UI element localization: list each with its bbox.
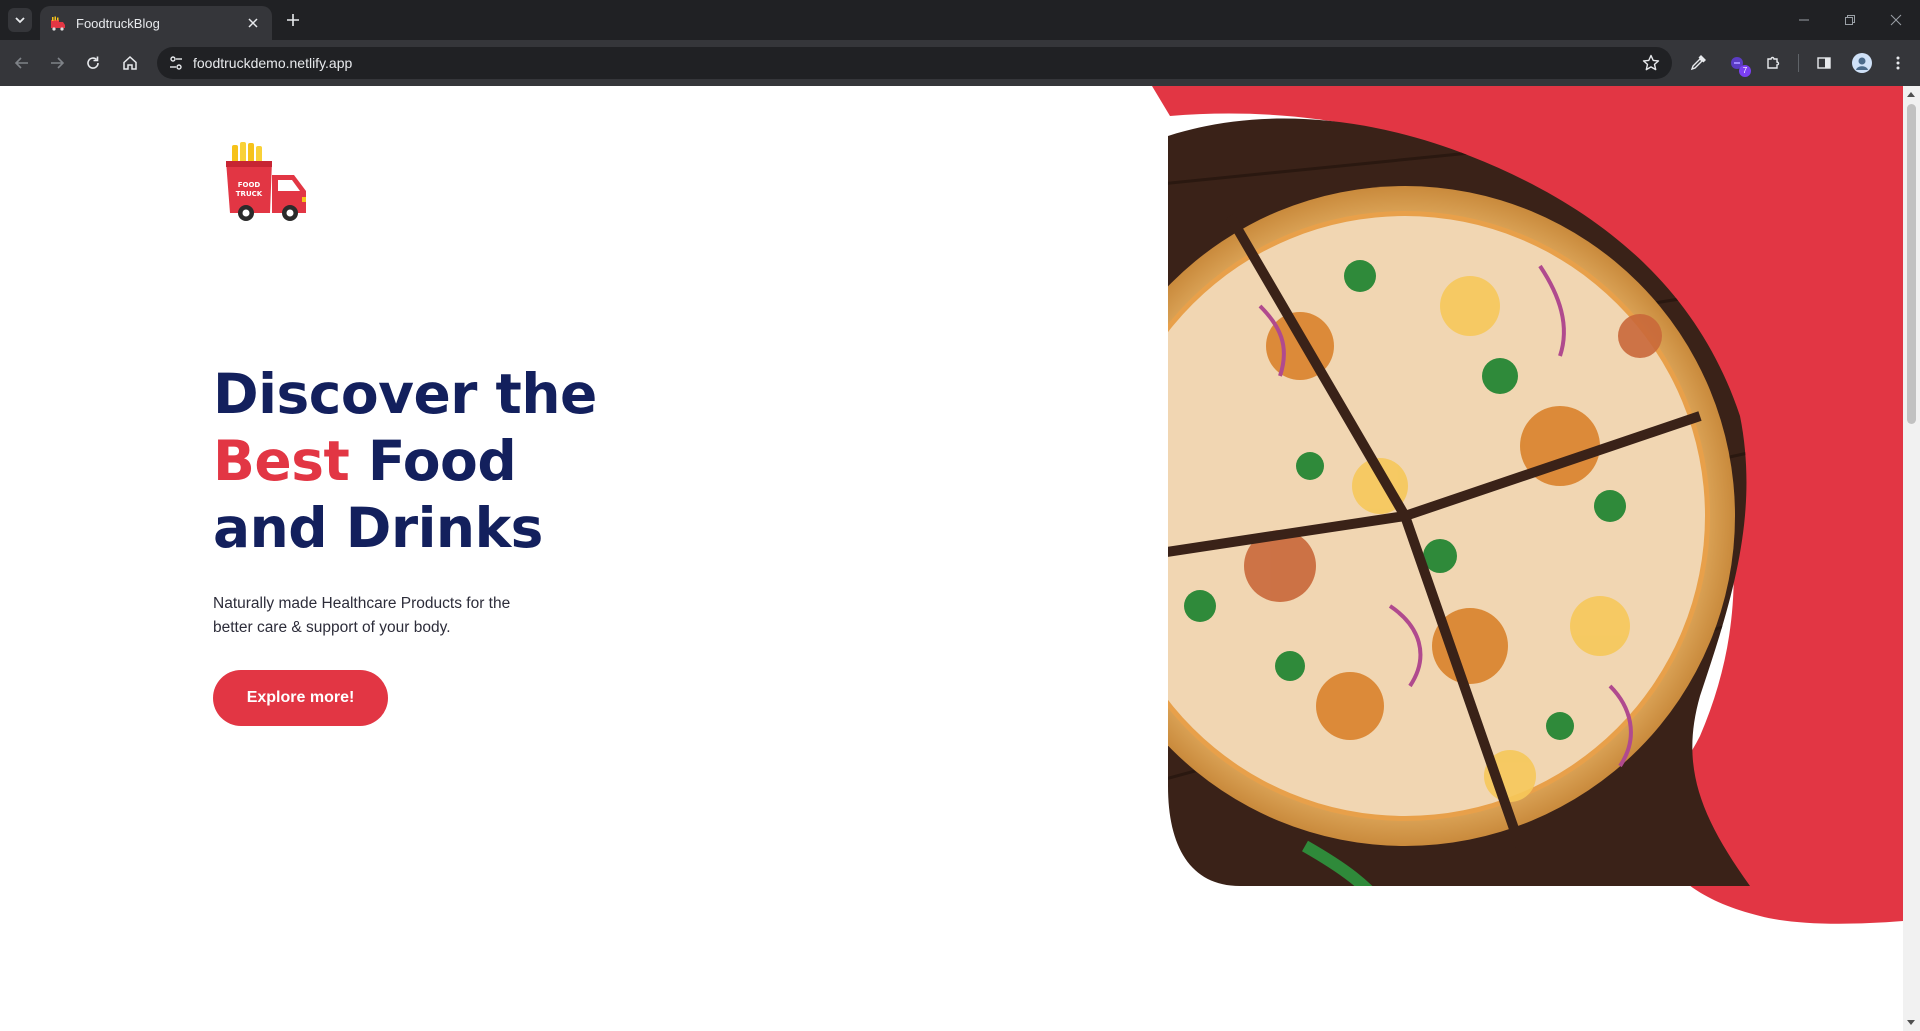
food-truck-icon	[51, 16, 65, 31]
minimize-button[interactable]	[1790, 8, 1818, 32]
hero-title-accent: Best	[213, 429, 350, 493]
toolbar-separator	[1798, 54, 1799, 72]
food-truck-logo[interactable]: FOOD TRUCK	[220, 141, 312, 221]
close-icon	[1890, 14, 1902, 26]
eyedropper-icon	[1690, 55, 1706, 71]
puzzle-icon	[1767, 56, 1780, 69]
hero-title-line2: Food	[349, 429, 517, 493]
star-icon[interactable]	[1642, 54, 1660, 72]
extensions-menu-button[interactable]	[1761, 51, 1785, 75]
kebab-menu-icon	[1896, 56, 1900, 70]
reload-icon	[87, 56, 99, 69]
avatar-icon	[1852, 53, 1872, 73]
tab-title: FoodtruckBlog	[76, 15, 160, 31]
arrow-left-icon	[14, 57, 28, 69]
plus-icon	[287, 14, 299, 26]
extension-button[interactable]: 7	[1725, 51, 1751, 77]
arrow-right-icon	[51, 57, 65, 69]
hero-subtitle: Naturally made Healthcare Products for t…	[213, 595, 511, 636]
page-viewport: FOOD TRUCK Discover the Best Food and Dr…	[0, 86, 1920, 1031]
restore-icon	[1845, 15, 1855, 25]
side-panel-button[interactable]	[1812, 51, 1836, 75]
logo-text-truck: TRUCK	[236, 190, 263, 198]
chevron-down-icon	[15, 17, 25, 24]
address-bar[interactable]: foodtruckdemo.netlify.app	[157, 47, 1672, 79]
restore-button[interactable]	[1836, 8, 1864, 32]
extension-badge: 7	[1739, 65, 1751, 77]
side-panel-icon	[1817, 57, 1831, 69]
eyedropper-button[interactable]	[1686, 51, 1710, 75]
tab-close-button[interactable]	[244, 14, 262, 32]
hero-title-line1: Discover the	[213, 362, 597, 426]
close-window-button[interactable]	[1882, 8, 1910, 32]
home-icon	[123, 55, 137, 70]
hero-pizza-image	[1152, 86, 1903, 924]
browser-tab-strip: FoodtruckBlog	[0, 0, 1920, 40]
scroll-down-arrow[interactable]	[1907, 1020, 1915, 1025]
hero-title-line3: and Drinks	[213, 496, 543, 560]
logo-text-food: FOOD	[238, 181, 261, 189]
profile-button[interactable]	[1850, 51, 1874, 75]
scroll-thumb[interactable]	[1907, 104, 1916, 424]
tune-icon[interactable]	[167, 54, 185, 72]
scroll-up-arrow[interactable]	[1907, 92, 1915, 97]
hero-title: Discover the Best Food and Drinks	[213, 361, 613, 562]
explore-more-button[interactable]: Explore more!	[213, 670, 388, 726]
reload-button[interactable]	[81, 51, 105, 75]
new-tab-button[interactable]	[282, 9, 304, 31]
page-scrollbar[interactable]	[1903, 86, 1920, 1031]
tab-search-button[interactable]	[8, 8, 32, 32]
home-button[interactable]	[118, 51, 142, 75]
active-tab[interactable]: FoodtruckBlog	[40, 6, 272, 40]
chrome-menu-button[interactable]	[1886, 51, 1910, 75]
forward-button[interactable]	[45, 51, 69, 75]
minimize-icon	[1799, 19, 1809, 21]
url-text[interactable]: foodtruckdemo.netlify.app	[193, 55, 352, 71]
close-icon	[248, 18, 258, 28]
back-button[interactable]	[10, 51, 34, 75]
